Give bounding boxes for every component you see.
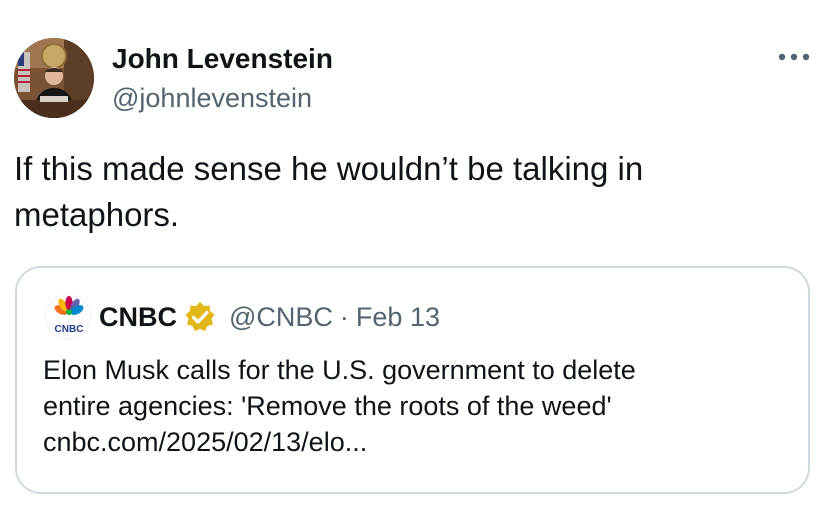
- tweet: John Levenstein @johnlevenstein If this …: [0, 0, 826, 512]
- profile-photo-icon: [14, 38, 94, 118]
- quote-date[interactable]: Feb 13: [356, 302, 440, 333]
- tweet-text: If this made sense he wouldn’t be talkin…: [14, 150, 644, 233]
- quote-tweet-text: Elon Musk calls for the U.S. government …: [43, 352, 783, 460]
- cnbc-logo-text: CNBC: [55, 324, 84, 335]
- quote-author-handle[interactable]: @CNBC: [229, 302, 333, 333]
- cnbc-peacock-logo-icon: CNBC: [55, 296, 84, 335]
- author-display-name[interactable]: John Levenstein: [112, 42, 333, 76]
- quote-author-avatar[interactable]: CNBC: [45, 294, 91, 340]
- author-handle[interactable]: @johnlevenstein: [112, 82, 312, 114]
- quote-author-display-name[interactable]: CNBC: [99, 302, 177, 333]
- author-avatar[interactable]: [14, 38, 94, 118]
- quote-header: CNBC @CNBC · Feb 13: [99, 298, 440, 336]
- quote-tweet-card[interactable]: CNBC CNBC @CNBC · Feb 13 Elon Musk calls…: [15, 266, 810, 494]
- quote-separator: ·: [339, 301, 349, 332]
- more-options-button[interactable]: [772, 42, 816, 72]
- quote-text-line: Elon Musk calls for the U.S. government …: [43, 355, 636, 385]
- verified-badge-icon: [185, 302, 215, 331]
- quote-text-line: entire agencies: 'Remove the roots of th…: [43, 391, 612, 421]
- more-horizontal-icon: [778, 53, 810, 61]
- quote-link[interactable]: cnbc.com/2025/02/13/elo...: [43, 424, 783, 460]
